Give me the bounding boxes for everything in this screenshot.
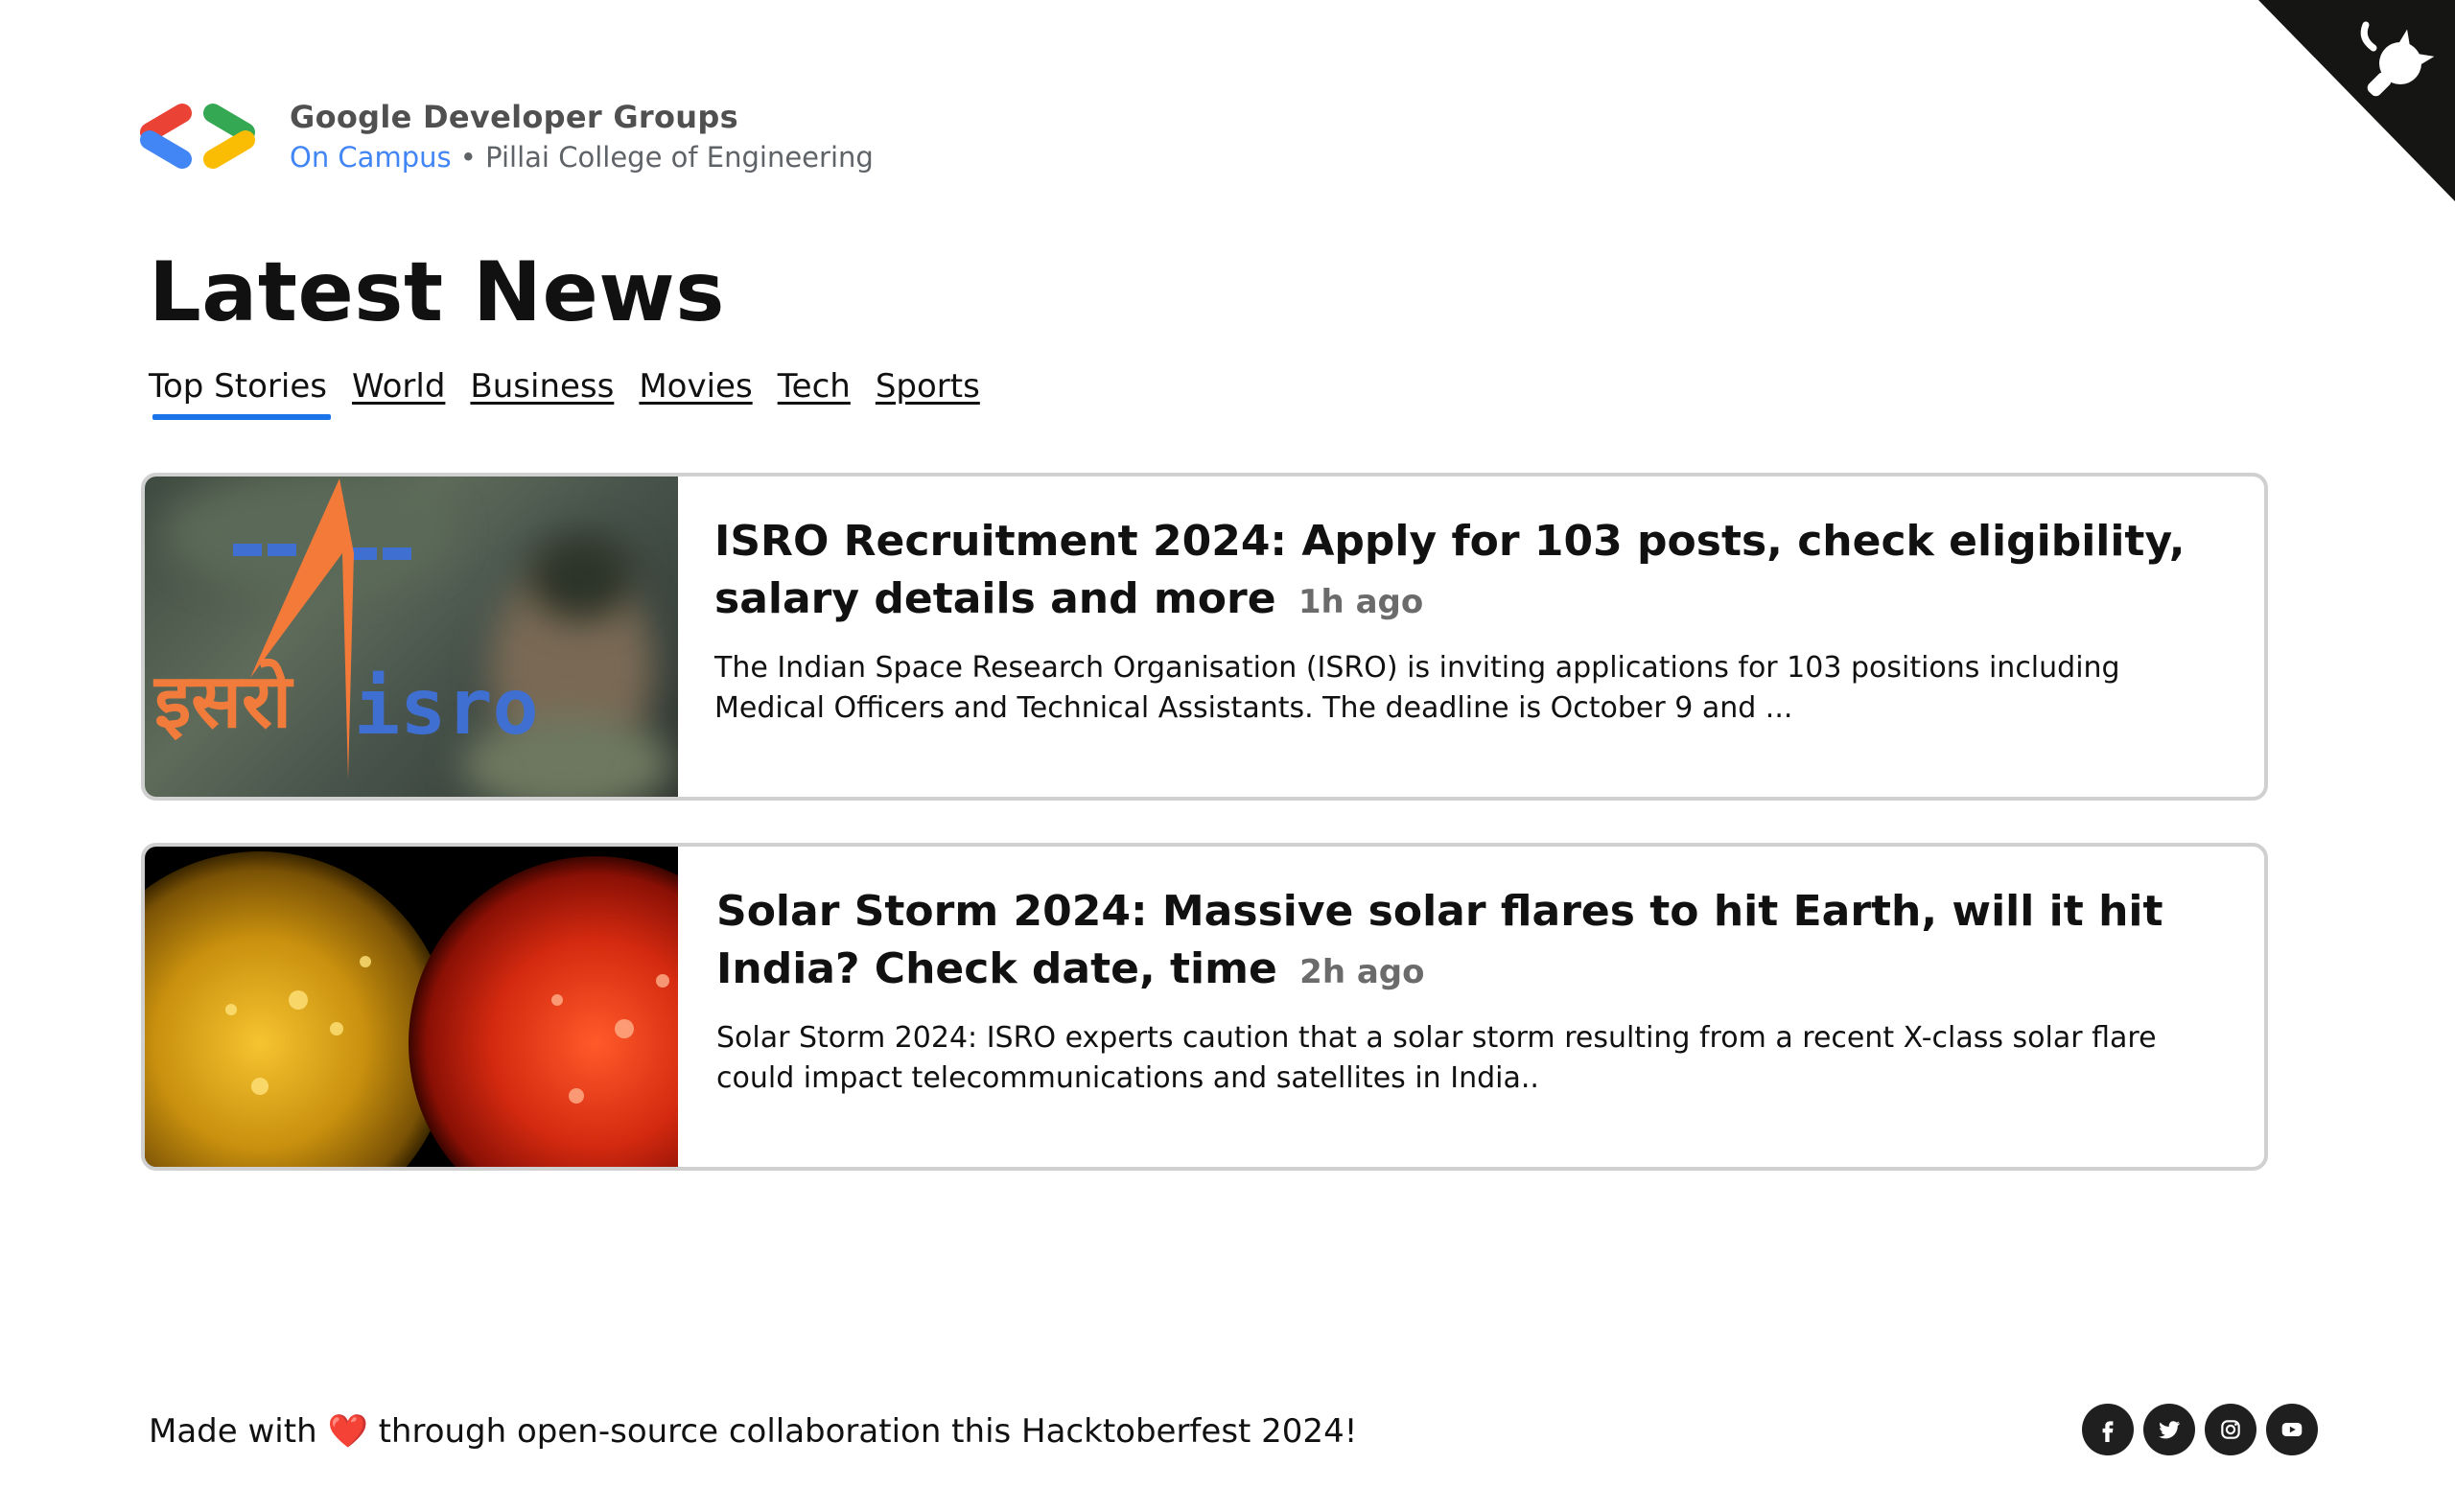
tab-movies[interactable]: Movies	[639, 364, 752, 408]
news-headline-text: Solar Storm 2024: Massive solar flares t…	[716, 887, 2163, 993]
heart-icon: ❤️	[327, 1412, 368, 1451]
news-headline: Solar Storm 2024: Massive solar flares t…	[716, 883, 2207, 1001]
news-description: Solar Storm 2024: ISRO experts caution t…	[716, 1021, 2157, 1095]
page-title: Latest News	[149, 244, 725, 340]
category-tabs: Top Stories World Business Movies Tech S…	[149, 364, 1005, 420]
news-headline-text: ISRO Recruitment 2024: Apply for 103 pos…	[714, 517, 2186, 623]
brand-title: Google Developer Groups	[290, 99, 738, 135]
news-timestamp: 2h ago	[1299, 953, 1425, 991]
page: Google Developer Groups On Campus • Pill…	[0, 0, 2455, 1512]
news-card[interactable]: इसरो isro ISRO Recruitment 2024: Apply f…	[141, 473, 2268, 801]
footer-suffix: through open-source collaboration this H…	[378, 1412, 1358, 1451]
footer-text: Made with ❤️ through open-source collabo…	[149, 1409, 1357, 1454]
tab-top-stories[interactable]: Top Stories	[149, 364, 331, 420]
news-card[interactable]: Solar Storm 2024: Massive solar flares t…	[141, 843, 2268, 1171]
brand-subtitle: On Campus • Pillai College of Engineerin…	[290, 138, 874, 176]
brand-college: Pillai College of Engineering	[485, 141, 874, 174]
youtube-icon[interactable]	[2266, 1404, 2318, 1455]
brand-text: Google Developer Groups On Campus • Pill…	[290, 96, 874, 176]
news-card-body: ISRO Recruitment 2024: Apply for 103 pos…	[678, 477, 2264, 797]
news-thumbnail-isro: इसरो isro	[145, 477, 678, 797]
news-timestamp: 1h ago	[1298, 583, 1424, 621]
news-description: The Indian Space Research Organisation (…	[714, 651, 2120, 725]
tab-world[interactable]: World	[352, 364, 445, 408]
gdg-brand[interactable]: Google Developer Groups On Campus • Pill…	[134, 96, 874, 176]
isro-hindi-text: इसरो	[154, 659, 292, 745]
news-headline: ISRO Recruitment 2024: Apply for 103 pos…	[714, 513, 2207, 631]
instagram-icon[interactable]	[2205, 1404, 2256, 1455]
news-thumbnail-solar	[145, 847, 678, 1167]
isro-latin-text: isro	[354, 663, 539, 752]
tab-business[interactable]: Business	[470, 364, 614, 408]
brand-separator: •	[451, 141, 486, 174]
tab-sports[interactable]: Sports	[876, 364, 980, 408]
tab-tech[interactable]: Tech	[778, 364, 851, 408]
footer-prefix: Made with	[149, 1412, 317, 1451]
brand-campus: On Campus	[290, 141, 452, 174]
twitter-icon[interactable]	[2143, 1404, 2195, 1455]
social-links	[2072, 1404, 2318, 1455]
github-corner-icon[interactable]	[2258, 0, 2455, 201]
sun-images-icon	[145, 851, 678, 1167]
gdg-logo-icon	[140, 104, 255, 169]
facebook-icon[interactable]	[2082, 1404, 2134, 1455]
news-card-body: Solar Storm 2024: Massive solar flares t…	[678, 847, 2264, 1167]
